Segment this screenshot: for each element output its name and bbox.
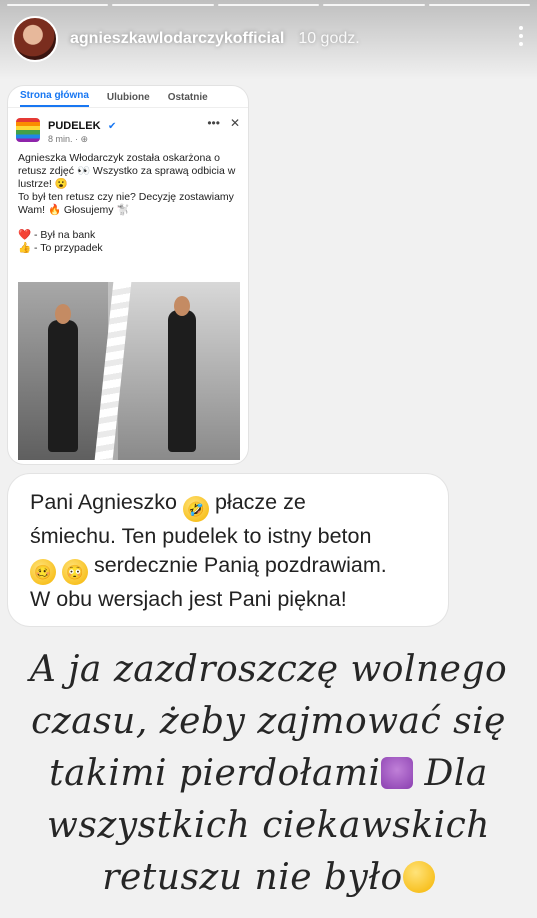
comment-line: W obu wersjach jest Pani piękna!: [30, 587, 347, 611]
person-figure: [168, 310, 196, 452]
post-text-line: Agnieszka Włodarczyk została oskarżona o: [18, 152, 220, 164]
comment-line: 🥴 😳 serdecznie Panią pozdrawiam.: [30, 551, 432, 585]
caption-line: retuszu nie było: [20, 852, 517, 904]
ellipsis-icon: •••: [207, 116, 220, 130]
progress-bar: [112, 4, 214, 6]
post-photo: [18, 282, 240, 460]
comment-line: Pani Agnieszko 🤣 płacze ze: [30, 488, 432, 522]
fb-post-header: PUDELEK ✔ 8 min. · ⊕ ••• ✕: [8, 108, 248, 144]
woozy-face-emoji-icon: 🥴: [30, 559, 56, 585]
pudelek-logo: [16, 118, 40, 142]
tab-recent: Ostatnie: [167, 92, 208, 103]
fb-tabs: Strona główna Ulubione Ostatnie: [8, 86, 248, 108]
person-head: [174, 296, 190, 316]
poll-option: 👍 - To przypadek: [18, 242, 103, 254]
post-text-line: lustrze! 😮: [18, 178, 68, 190]
person-figure: [48, 320, 78, 452]
caption-text: retuszu nie było: [102, 857, 403, 898]
username[interactable]: agnieszkawlodarczykofficial: [70, 30, 284, 48]
caption-text: takimi pierdołami: [49, 753, 381, 794]
post-meta: 8 min. · ⊕: [48, 133, 89, 144]
progress-bar: [323, 4, 425, 6]
person-head: [55, 304, 71, 324]
caption-text: Dla: [412, 753, 488, 794]
caption-line: wszystkich ciekawskich: [47, 805, 490, 846]
caption-line: takimi pierdołami Dla: [20, 748, 517, 800]
rolling-laughing-emoji-icon: 🤣: [183, 496, 209, 522]
fb-actions: ••• ✕: [207, 116, 240, 130]
poll-option: ❤️ - Był na bank: [18, 229, 96, 241]
more-options-icon[interactable]: [517, 26, 525, 50]
progress-bar: [7, 4, 109, 6]
laughing-emoji-icon: [402, 861, 435, 893]
tab-home: Strona główna: [20, 90, 89, 107]
time-ago: 10 godz.: [298, 30, 360, 47]
story-header: agnieszkawlodarczykofficial 10 godz.: [12, 16, 525, 62]
avatar[interactable]: [12, 16, 58, 62]
page-name: PUDELEK: [48, 119, 101, 132]
story-caption: A ja zazdroszczę wolnego czasu, żeby zaj…: [20, 644, 517, 904]
fb-post-text: Agnieszka Włodarczyk została oskarżona o…: [8, 144, 248, 255]
tab-favorites: Ulubione: [106, 92, 150, 103]
comment-bubble: Pani Agnieszko 🤣 płacze ze śmiechu. Ten …: [8, 474, 448, 626]
caption-line: A ja zazdroszczę wolnego: [29, 649, 508, 690]
story-progress: [7, 4, 531, 6]
caption-line: czasu, żeby zajmować się: [31, 701, 506, 742]
comment-line: śmiechu. Ten pudelek to istny beton: [30, 524, 372, 548]
flushed-face-emoji-icon: 😳: [61, 559, 88, 585]
facebook-post-screenshot: Strona główna Ulubione Ostatnie PUDELEK …: [8, 86, 248, 464]
comment-text: serdecznie Panią pozdrawiam.: [87, 553, 387, 577]
comment-text: Pani Agnieszko: [30, 490, 183, 514]
shrug-emoji-icon: [380, 757, 413, 789]
comment-text: płacze ze: [214, 490, 306, 514]
progress-bar: [428, 4, 531, 6]
verified-icon: ✔: [108, 120, 117, 132]
post-text-line: retusz zdjęć 👀 Wszystko za sprawą odbici…: [18, 165, 236, 177]
post-text-line: To był ten retusz czy nie? Decyzję zosta…: [18, 191, 234, 203]
progress-bar: [217, 4, 320, 6]
close-icon: ✕: [229, 116, 240, 130]
post-text-line: Wam! 🔥 Głosujemy 🐩: [18, 204, 130, 216]
